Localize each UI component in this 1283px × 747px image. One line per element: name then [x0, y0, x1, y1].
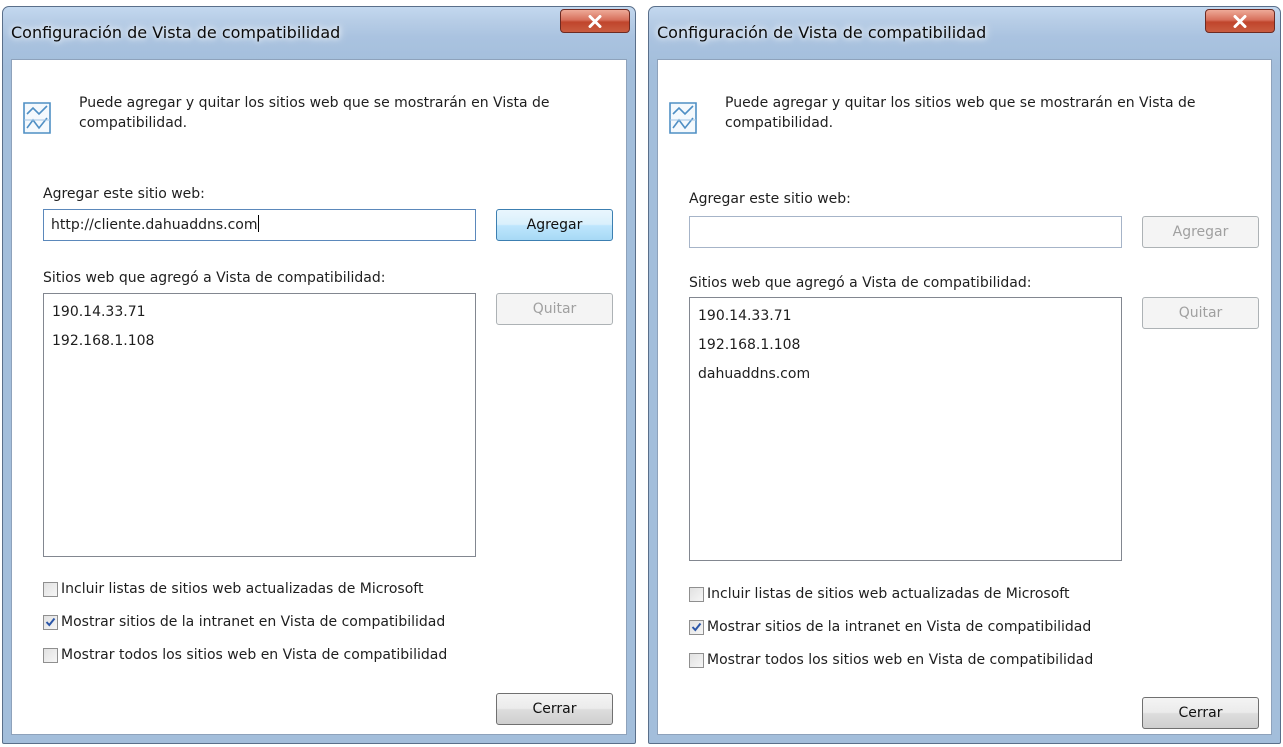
- close-window-button[interactable]: [560, 9, 630, 33]
- add-site-input[interactable]: http://cliente.dahuaddns.com: [43, 209, 476, 241]
- dialog-description: Puede agregar y quitar los sitios web qu…: [79, 95, 550, 131]
- add-button[interactable]: Agregar: [496, 209, 613, 241]
- intranet-sites-option[interactable]: Mostrar sitios de la intranet en Vista d…: [43, 612, 445, 632]
- all-sites-checkbox[interactable]: [43, 647, 58, 663]
- dialog-description: Puede agregar y quitar los sitios web qu…: [725, 95, 1196, 131]
- list-item[interactable]: dahuaddns.com: [690, 362, 1121, 391]
- close-icon: [588, 14, 602, 28]
- dialog-content: Puede agregar y quitar los sitios web qu…: [11, 59, 627, 735]
- sites-list-label: Sitios web que agregó a Vista de compati…: [43, 270, 386, 286]
- close-icon: [1233, 14, 1247, 28]
- add-button[interactable]: Agregar: [1142, 216, 1259, 248]
- close-button[interactable]: Cerrar: [1142, 697, 1259, 729]
- remove-button[interactable]: Quitar: [496, 293, 613, 325]
- title-bar[interactable]: Configuración de Vista de compatibilidad: [3, 7, 635, 59]
- include-microsoft-lists-checkbox[interactable]: [689, 586, 704, 602]
- checkbox-label[interactable]: Mostrar todos los sitios web en Vista de…: [707, 652, 1093, 668]
- close-window-button[interactable]: [1205, 9, 1275, 33]
- title-bar[interactable]: Configuración de Vista de compatibilidad: [649, 7, 1280, 59]
- all-sites-checkbox[interactable]: [689, 652, 704, 668]
- intranet-sites-checkbox[interactable]: [43, 614, 58, 630]
- list-item[interactable]: 190.14.33.71: [690, 304, 1121, 333]
- checkmark-icon: [691, 622, 702, 632]
- include-microsoft-lists-option[interactable]: Incluir listas de sitios web actualizada…: [689, 584, 1069, 604]
- dialog-title: Configuración de Vista de compatibilidad: [657, 23, 987, 42]
- checkbox-label[interactable]: Incluir listas de sitios web actualizada…: [61, 581, 423, 597]
- list-item[interactable]: 190.14.33.71: [44, 300, 475, 329]
- intranet-sites-option[interactable]: Mostrar sitios de la intranet en Vista d…: [689, 617, 1091, 637]
- sites-list-label: Sitios web que agregó a Vista de compati…: [689, 275, 1032, 291]
- text-caret: [257, 215, 259, 232]
- remove-button[interactable]: Quitar: [1142, 297, 1259, 329]
- add-site-label: Agregar este sitio web:: [689, 191, 851, 207]
- include-microsoft-lists-option[interactable]: Incluir listas de sitios web actualizada…: [43, 579, 423, 599]
- add-site-input-value: http://cliente.dahuaddns.com: [51, 217, 258, 233]
- sites-list[interactable]: 190.14.33.71 192.168.1.108: [43, 293, 476, 557]
- compatibility-settings-dialog-left: Configuración de Vista de compatibilidad…: [2, 6, 636, 744]
- checkbox-label[interactable]: Mostrar sitios de la intranet en Vista d…: [707, 619, 1091, 635]
- all-sites-option[interactable]: Mostrar todos los sitios web en Vista de…: [43, 645, 447, 665]
- all-sites-option[interactable]: Mostrar todos los sitios web en Vista de…: [689, 650, 1093, 670]
- close-button[interactable]: Cerrar: [496, 693, 613, 725]
- dialog-title: Configuración de Vista de compatibilidad: [11, 23, 341, 42]
- checkbox-label[interactable]: Mostrar sitios de la intranet en Vista d…: [61, 614, 445, 630]
- intranet-sites-checkbox[interactable]: [689, 619, 704, 635]
- list-item[interactable]: 192.168.1.108: [44, 329, 475, 358]
- add-site-label: Agregar este sitio web:: [43, 186, 205, 202]
- add-site-input[interactable]: [689, 216, 1122, 248]
- compatibility-settings-dialog-right: Configuración de Vista de compatibilidad…: [648, 6, 1281, 744]
- checkbox-label[interactable]: Mostrar todos los sitios web en Vista de…: [61, 647, 447, 663]
- include-microsoft-lists-checkbox[interactable]: [43, 581, 58, 597]
- list-item[interactable]: 192.168.1.108: [690, 333, 1121, 362]
- dialog-content: Puede agregar y quitar los sitios web qu…: [657, 59, 1272, 735]
- compatibility-view-icon: [23, 102, 51, 134]
- sites-list[interactable]: 190.14.33.71 192.168.1.108 dahuaddns.com: [689, 297, 1122, 561]
- compatibility-view-icon: [669, 102, 697, 134]
- checkbox-label[interactable]: Incluir listas de sitios web actualizada…: [707, 586, 1069, 602]
- checkmark-icon: [45, 617, 56, 627]
